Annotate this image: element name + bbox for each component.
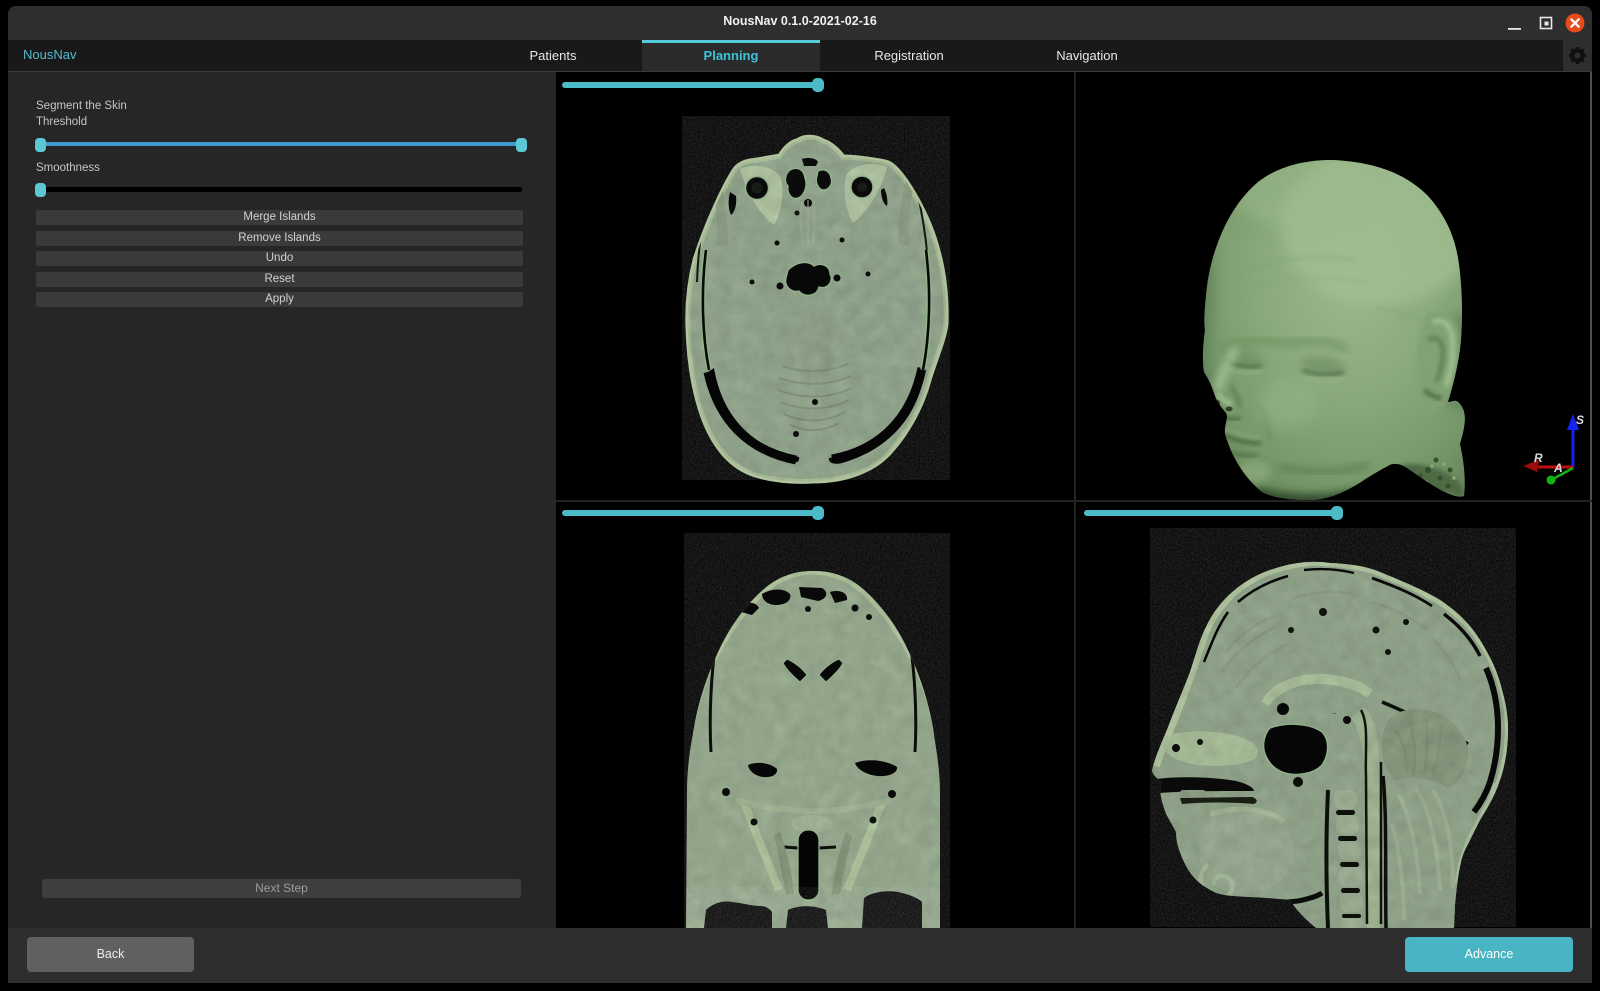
svg-text:R: R	[1534, 451, 1543, 465]
svg-text:S: S	[1576, 413, 1584, 427]
svg-text:A: A	[1553, 461, 1563, 475]
